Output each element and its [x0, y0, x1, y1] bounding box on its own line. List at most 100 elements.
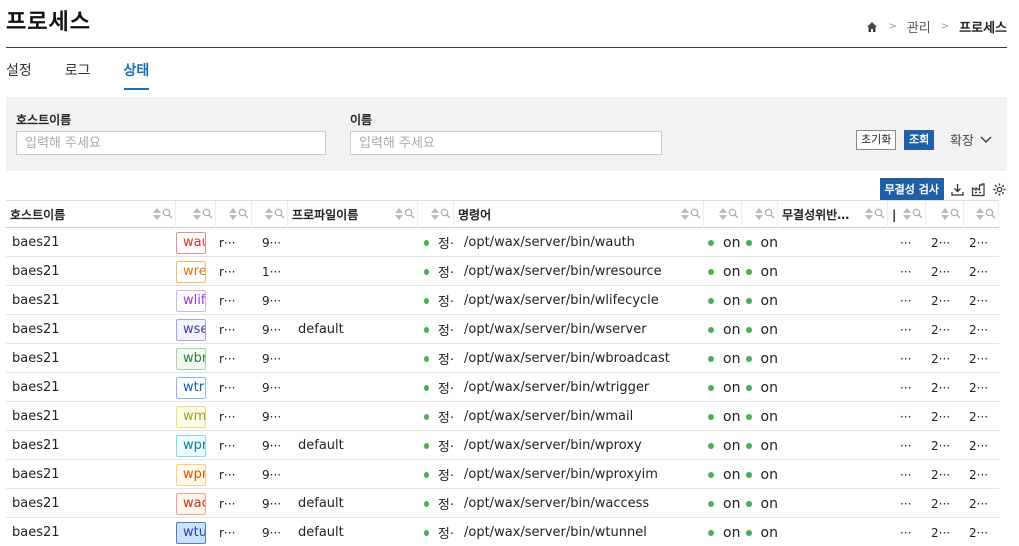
- cell-col-profile: default: [288, 315, 418, 344]
- status-text: 정·: [437, 411, 454, 426]
- cell-col-3: r···: [216, 518, 252, 546]
- status-text: on: [760, 321, 778, 338]
- gear-icon[interactable]: [992, 182, 1007, 197]
- reset-button[interactable]: 초기화: [856, 130, 897, 150]
- status-dot-icon: [746, 268, 752, 275]
- process-name-tag[interactable]: wtri: [176, 376, 206, 399]
- search-icon[interactable]: [764, 208, 775, 219]
- process-name-tag[interactable]: wtu: [176, 521, 206, 544]
- sort-icon[interactable]: [431, 208, 439, 220]
- header-col-11[interactable]: [926, 201, 964, 228]
- table-row[interactable]: baes21 wau r··· 9··· 정· /opt/wax/server/bin/w…: [6, 228, 999, 257]
- table-row[interactable]: baes21 wm r··· 9··· 정· /opt/wax/server/bin/wm…: [6, 402, 999, 431]
- search-icon[interactable]: [162, 208, 173, 219]
- download-icon[interactable]: [950, 182, 965, 197]
- process-name-tag[interactable]: wbr: [176, 347, 206, 370]
- tab-logs[interactable]: 로그: [65, 58, 91, 90]
- sort-icon[interactable]: [229, 208, 237, 220]
- search-icon[interactable]: [440, 208, 451, 219]
- cell-col-host: baes21: [6, 344, 176, 373]
- table-row[interactable]: baes21 wpr r··· 9··· default 정· /opt/wax/serve…: [6, 431, 999, 460]
- process-name-tag[interactable]: wac: [176, 492, 206, 515]
- cell-col-4: 9···: [252, 344, 288, 373]
- process-name-tag[interactable]: wse: [176, 318, 206, 341]
- expand-toggle[interactable]: 확장: [950, 130, 992, 149]
- process-name-tag[interactable]: wlif: [176, 289, 206, 312]
- home-icon[interactable]: [866, 21, 878, 33]
- header-col-4[interactable]: [252, 201, 288, 228]
- integrity-check-button[interactable]: 무결성 검사: [879, 178, 944, 200]
- search-icon[interactable]: [874, 208, 885, 219]
- table-row[interactable]: baes21 wbr r··· 9··· 정· /opt/wax/server/bin/w…: [6, 344, 999, 373]
- cell-col-status: 정·: [418, 402, 454, 431]
- sort-icon[interactable]: [193, 208, 201, 220]
- search-icon[interactable]: [274, 208, 285, 219]
- search-icon[interactable]: [728, 208, 739, 219]
- search-icon[interactable]: [238, 208, 249, 219]
- header-col-integrity[interactable]: 무결성위반…: [778, 201, 888, 228]
- header-col-12[interactable]: [964, 201, 999, 228]
- status-text: on: [760, 292, 778, 309]
- cell-text: 2···: [931, 235, 951, 250]
- header-col-command[interactable]: 명령어: [454, 201, 704, 228]
- search-icon[interactable]: [202, 208, 213, 219]
- cell-text: 2···: [969, 409, 989, 424]
- header-col-on2[interactable]: [742, 201, 778, 228]
- sort-icon[interactable]: [903, 208, 911, 220]
- sort-icon[interactable]: [395, 208, 403, 220]
- breadcrumb-manage[interactable]: 관리: [907, 17, 931, 36]
- header-controls: [755, 208, 775, 220]
- table-row[interactable]: baes21 wtri r··· 9··· 정· /opt/wax/server/bin/…: [6, 373, 999, 402]
- search-icon[interactable]: [690, 208, 701, 219]
- tab-settings[interactable]: 설정: [6, 58, 32, 90]
- cell-text: 9···: [262, 293, 282, 308]
- sort-icon[interactable]: [941, 208, 949, 220]
- search-button[interactable]: 조회: [904, 130, 935, 150]
- search-icon[interactable]: [404, 208, 415, 219]
- cell-text: baes21: [12, 235, 60, 250]
- factory-icon[interactable]: [971, 182, 986, 197]
- sort-icon[interactable]: [865, 208, 873, 220]
- process-name-tag[interactable]: wau: [176, 231, 206, 254]
- status-dot-icon: [746, 384, 752, 391]
- table-row[interactable]: baes21 wlif r··· 9··· 정· /opt/wax/server/bin/…: [6, 286, 999, 315]
- table-row[interactable]: baes21 wtu r··· 9··· default 정· /opt/wax/serve…: [6, 518, 999, 546]
- status-text: 정·: [437, 382, 454, 397]
- header-col-10[interactable]: |: [888, 201, 926, 228]
- sort-icon[interactable]: [976, 208, 984, 220]
- sort-icon[interactable]: [153, 208, 161, 220]
- process-name-tag[interactable]: wm: [176, 405, 206, 428]
- table-row[interactable]: baes21 wpr r··· 9··· 정· /opt/wax/server/bin/w…: [6, 460, 999, 489]
- sort-icon[interactable]: [719, 208, 727, 220]
- table-row[interactable]: baes21 wse r··· 9··· default 정· /opt/wax/serve…: [6, 315, 999, 344]
- header-col-on1[interactable]: [704, 201, 742, 228]
- search-icon[interactable]: [912, 208, 923, 219]
- search-icon[interactable]: [950, 208, 961, 219]
- name-filter-input[interactable]: [350, 131, 662, 155]
- status-dot-icon: [424, 442, 429, 449]
- sort-icon[interactable]: [755, 208, 763, 220]
- process-name-tag[interactable]: wpr: [176, 463, 206, 486]
- search-icon[interactable]: [985, 208, 996, 219]
- status-dot-icon: [708, 529, 714, 536]
- tab-status[interactable]: 상태: [123, 58, 150, 90]
- cell-col-11: 2···: [926, 518, 964, 546]
- process-name-tag[interactable]: wpr: [176, 434, 206, 457]
- header-col-status[interactable]: [418, 201, 454, 228]
- cell-col-status: 정·: [418, 460, 454, 489]
- sort-icon[interactable]: [681, 208, 689, 220]
- host-filter-input[interactable]: [16, 131, 326, 155]
- header-col-name[interactable]: [176, 201, 216, 228]
- process-name-tag[interactable]: wre: [176, 260, 206, 283]
- status-dot-icon: [424, 471, 429, 478]
- cell-col-3: r···: [216, 460, 252, 489]
- header-col-3[interactable]: [216, 201, 252, 228]
- header-controls: [976, 208, 996, 220]
- cell-col-host: baes21: [6, 489, 176, 518]
- header-col-profile[interactable]: 프로파일이름: [288, 201, 418, 228]
- header-col-host[interactable]: 호스트이름: [6, 201, 176, 228]
- cell-col-profile: [288, 257, 418, 286]
- table-row[interactable]: baes21 wac r··· 9··· default 정· /opt/wax/serve…: [6, 489, 999, 518]
- sort-icon[interactable]: [265, 208, 273, 220]
- table-row[interactable]: baes21 wre r··· 1··· 정· /opt/wax/server/bin/w…: [6, 257, 999, 286]
